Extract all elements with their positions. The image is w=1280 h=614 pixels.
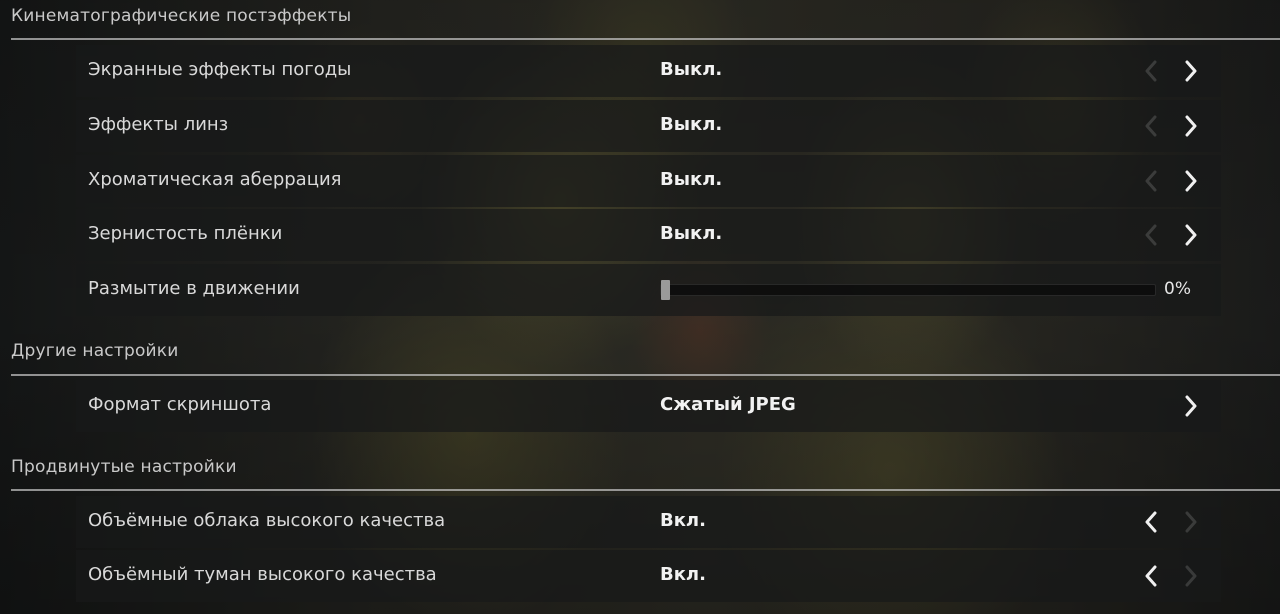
section-header-cinematic: Кинематографические постэффекты [11,6,352,26]
section-divider [11,489,1280,491]
setting-value: Выкл. [660,169,723,190]
chevron-right-icon[interactable] [1176,111,1206,141]
setting-row-volumetric-clouds[interactable]: Объёмные облака высокого качества Вкл. [76,496,1221,548]
setting-value: Выкл. [660,114,723,135]
setting-value: Выкл. [660,59,723,80]
setting-label: Экранные эффекты погоды [88,59,352,80]
setting-label: Зернистость плёнки [88,223,283,244]
chevron-right-icon[interactable] [1176,391,1206,421]
setting-value: Вкл. [660,564,706,585]
section-header-other: Другие настройки [11,341,179,361]
chevron-right-icon[interactable] [1176,166,1206,196]
settings-panel: Кинематографические постэффекты Экранные… [0,0,1280,614]
chevron-left-icon[interactable] [1136,507,1166,537]
chevron-left-icon[interactable] [1136,166,1166,196]
setting-row-lens-effects[interactable]: Эффекты линз Выкл. [76,100,1221,152]
slider-handle[interactable] [661,280,670,300]
setting-value: Сжатый JPEG [660,394,796,415]
setting-row-film-grain[interactable]: Зернистость плёнки Выкл. [76,209,1221,261]
setting-row-volumetric-fog[interactable]: Объёмный туман высокого качества Вкл. [76,550,1221,602]
chevron-right-icon[interactable] [1176,220,1206,250]
setting-label: Размытие в движении [88,278,300,299]
chevron-left-icon[interactable] [1136,111,1166,141]
section-divider [11,38,1280,40]
chevron-right-icon[interactable] [1176,507,1206,537]
setting-label: Объёмные облака высокого качества [88,510,446,531]
chevron-left-icon[interactable] [1136,56,1166,86]
setting-row-chromatic-aberration[interactable]: Хроматическая аберрация Выкл. [76,155,1221,207]
setting-value: Выкл. [660,223,723,244]
setting-label: Эффекты линз [88,114,229,135]
section-header-advanced: Продвинутые настройки [11,457,237,477]
setting-label: Хроматическая аберрация [88,169,342,190]
section-divider [11,374,1280,376]
setting-label: Объёмный туман высокого качества [88,564,437,585]
chevron-right-icon[interactable] [1176,56,1206,86]
setting-value: Вкл. [660,510,706,531]
chevron-left-icon[interactable] [1136,561,1166,591]
setting-label: Формат скриншота [88,394,272,415]
chevron-left-icon[interactable] [1136,220,1166,250]
setting-row-weather-effects[interactable]: Экранные эффекты погоды Выкл. [76,45,1221,97]
chevron-right-icon[interactable] [1176,561,1206,591]
setting-row-screenshot-format[interactable]: Формат скриншота Сжатый JPEG [76,380,1221,432]
setting-row-motion-blur[interactable]: Размытие в движении 0% [76,264,1221,316]
slider-value: 0% [1164,279,1191,299]
motion-blur-slider[interactable] [660,280,1156,300]
